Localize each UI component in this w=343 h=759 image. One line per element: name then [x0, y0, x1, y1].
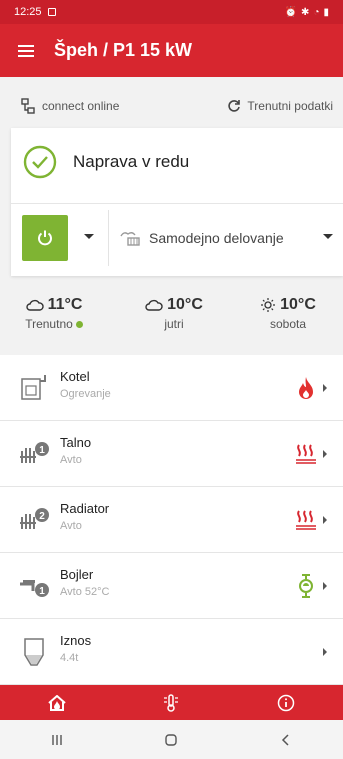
refresh-icon — [228, 100, 241, 112]
mode-label: Samodejno delovanje — [149, 230, 284, 246]
weather-current: 11°C Trenutno — [4, 296, 104, 331]
status-icons: ⏰ ✱ ◔ ▮ — [285, 7, 329, 18]
cloud-icon — [145, 299, 163, 311]
menu-icon[interactable] — [18, 44, 34, 57]
item-subtitle: Ogrevanje — [60, 388, 111, 400]
nav-home[interactable] — [0, 685, 114, 720]
svg-text:2: 2 — [39, 511, 45, 522]
battery-icon: ▮ — [323, 6, 329, 18]
water-heater-icon: 1 — [20, 580, 49, 597]
list-item-talno[interactable]: 1 Talno Avto — [0, 421, 343, 487]
weather-forecast: 11°C Trenutno 10°C jutri 10°C sobota — [0, 296, 343, 341]
item-title: Kotel — [60, 369, 90, 384]
chevron-right-icon — [323, 582, 327, 590]
page-title: Špeh / P1 15 kW — [54, 40, 193, 60]
device-status-text: Naprava v redu — [73, 152, 190, 171]
weather-saturday: 10°C sobota — [238, 296, 338, 331]
back-icon[interactable] — [279, 733, 293, 747]
item-subtitle: Avto — [60, 454, 82, 466]
list-item-kotel[interactable]: Kotel Ogrevanje — [0, 355, 343, 421]
divider — [108, 210, 109, 266]
power-dropdown-caret[interactable] — [84, 234, 94, 239]
current-data-button[interactable]: Trenutni podatki — [227, 99, 333, 113]
floor-heating-1-icon: 1 — [20, 442, 49, 463]
silo-icon — [24, 638, 44, 666]
weather-temp: 11°C — [47, 296, 83, 313]
weather-label: sobota — [269, 317, 307, 331]
list-item-iznos[interactable]: Iznos 4.4t — [0, 619, 343, 685]
app-bar: Špeh / P1 15 kW — [0, 24, 343, 77]
list-item-bojler[interactable]: 1 Bojler Avto 52°C — [0, 553, 343, 619]
network-icon — [21, 98, 35, 114]
chevron-right-icon — [323, 450, 327, 458]
chevron-right-icon — [323, 648, 327, 656]
home-button-icon[interactable] — [164, 733, 178, 747]
system-navigation-bar — [0, 720, 343, 759]
notification-icon — [47, 8, 56, 16]
chevron-right-icon — [323, 384, 327, 392]
item-title: Bojler — [60, 567, 94, 582]
svg-text:1: 1 — [39, 445, 45, 456]
auto-mode-icon — [120, 232, 140, 246]
heat-waves-icon — [296, 444, 316, 464]
device-status-card: Naprava v redu Samodejno delovanje — [11, 128, 343, 276]
item-subtitle: 4.4t — [60, 652, 79, 664]
chevron-right-icon — [323, 516, 327, 524]
weather-label: Trenutno — [25, 317, 73, 331]
bluetooth-icon: ✱ — [301, 6, 310, 18]
check-circle-icon — [23, 145, 57, 179]
status-time: 12:25 — [14, 6, 42, 18]
weather-label: jutri — [164, 317, 184, 331]
connection-row: connect online Trenutni podatki — [0, 89, 343, 123]
nav-info[interactable] — [229, 685, 343, 720]
radiator-2-icon: 2 — [20, 508, 49, 529]
device-list: Kotel Ogrevanje 1 Talno Avto 2 Radiator … — [0, 355, 343, 685]
thermometer-icon — [164, 693, 179, 712]
chevron-down-icon — [323, 234, 333, 239]
status-bar: 12:25 ⏰ ✱ ◔ ▮ — [0, 0, 343, 24]
pump-icon — [299, 574, 313, 598]
weather-temp: 10°C — [280, 296, 316, 313]
item-title: Talno — [60, 435, 92, 450]
current-data-label: Trenutni podatki — [247, 99, 333, 113]
live-indicator-icon — [75, 320, 83, 328]
flame-icon — [299, 377, 313, 399]
list-item-radiator[interactable]: 2 Radiator Avto — [0, 487, 343, 553]
item-title: Radiator — [60, 501, 110, 516]
cloud-icon — [25, 299, 44, 311]
svg-text:1: 1 — [39, 586, 45, 597]
power-button[interactable] — [22, 215, 68, 261]
item-subtitle: Avto — [60, 520, 82, 532]
item-title: Iznos — [60, 633, 92, 648]
recent-apps-icon[interactable] — [50, 733, 64, 747]
info-icon — [277, 694, 295, 711]
wifi-icon: ◔ — [313, 6, 320, 18]
nav-temperatures[interactable] — [114, 685, 228, 720]
divider — [11, 203, 343, 204]
mode-select[interactable]: Samodejno delovanje — [119, 225, 333, 251]
bottom-nav — [0, 685, 343, 720]
heat-waves-icon — [296, 510, 316, 530]
connection-status: connect online — [42, 99, 120, 113]
home-icon — [48, 694, 66, 711]
item-subtitle: Avto 52°C — [60, 586, 110, 598]
weather-tomorrow: 10°C jutri — [124, 296, 224, 331]
weather-temp: 10°C — [167, 296, 203, 313]
sun-icon — [261, 298, 276, 312]
alarm-icon: ⏰ — [284, 6, 298, 18]
power-icon — [38, 230, 52, 246]
boiler-icon — [21, 375, 46, 400]
